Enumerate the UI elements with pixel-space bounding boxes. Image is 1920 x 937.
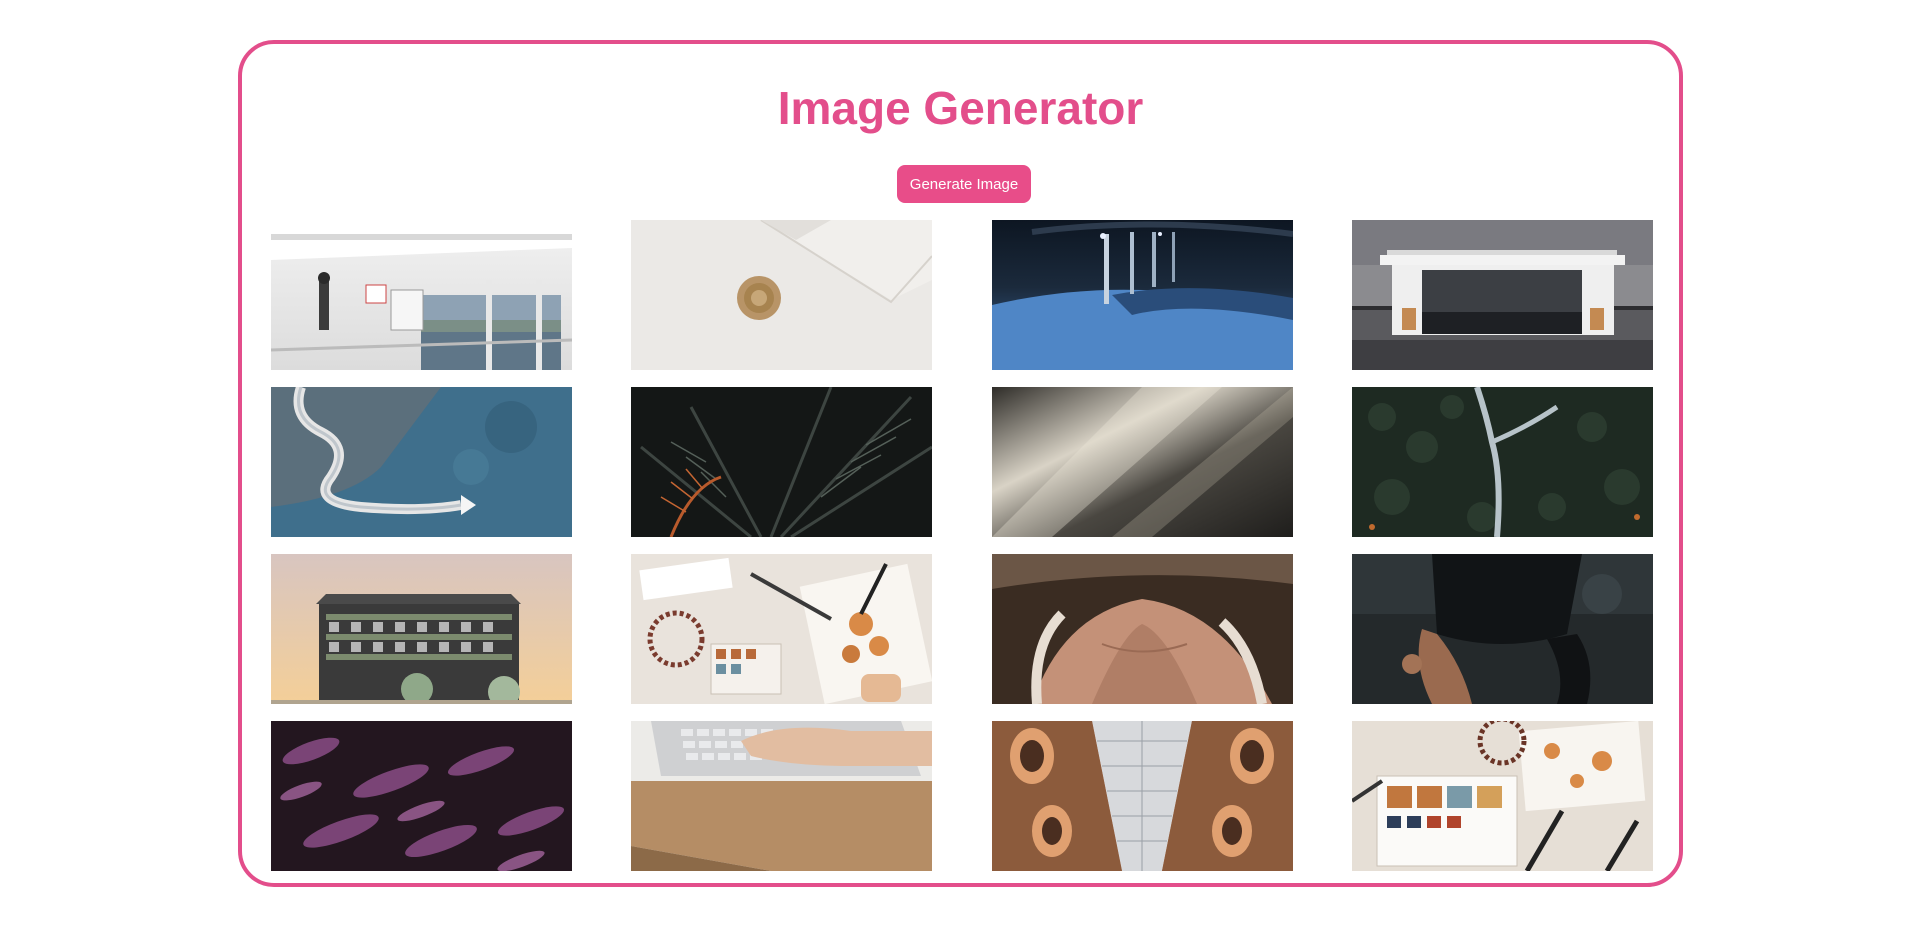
palm-leaves-photo bbox=[631, 387, 933, 537]
wax-seal-envelope-photo bbox=[631, 220, 933, 370]
image-generator-card: Image Generator Generate Image bbox=[238, 40, 1683, 887]
generate-image-button[interactable]: Generate Image bbox=[897, 165, 1031, 203]
gallery-image[interactable] bbox=[631, 554, 933, 704]
gallery-image[interactable] bbox=[991, 721, 1293, 871]
gallery-image[interactable] bbox=[991, 554, 1293, 704]
gallery-image[interactable] bbox=[1351, 220, 1653, 370]
building-facade-photo bbox=[271, 554, 572, 704]
light-rays-photo bbox=[991, 387, 1293, 537]
gallery-image[interactable] bbox=[271, 721, 572, 871]
watercolor-painting-photo bbox=[631, 554, 933, 704]
dark-dress-photo bbox=[1351, 554, 1653, 704]
ferry-deck-photo bbox=[271, 220, 572, 370]
gallery-image[interactable] bbox=[1351, 387, 1653, 537]
seaside-shelter-photo bbox=[1351, 220, 1653, 370]
gallery-image[interactable] bbox=[631, 387, 933, 537]
arcade-ceiling-photo bbox=[991, 721, 1293, 871]
gallery-image[interactable] bbox=[271, 387, 572, 537]
page-title: Image Generator bbox=[777, 82, 1144, 134]
gallery-image[interactable] bbox=[1351, 721, 1653, 871]
gallery-image[interactable] bbox=[991, 220, 1293, 370]
gallery-image[interactable] bbox=[991, 387, 1293, 537]
gallery-image[interactable] bbox=[631, 721, 933, 871]
coastal-road-aerial-photo bbox=[271, 387, 572, 537]
paint-palette-photo bbox=[1351, 721, 1653, 871]
gallery-image[interactable] bbox=[271, 554, 572, 704]
shoulder-portrait-photo bbox=[991, 554, 1293, 704]
image-gallery bbox=[271, 220, 1653, 871]
gallery-image[interactable] bbox=[271, 220, 572, 370]
forest-river-aerial-photo bbox=[1351, 387, 1653, 537]
purple-flowers-blur-photo bbox=[271, 721, 572, 871]
laptop-typing-photo bbox=[631, 721, 933, 871]
gallery-image[interactable] bbox=[1351, 554, 1653, 704]
gallery-image[interactable] bbox=[631, 220, 933, 370]
night-walkway-photo bbox=[991, 220, 1293, 370]
